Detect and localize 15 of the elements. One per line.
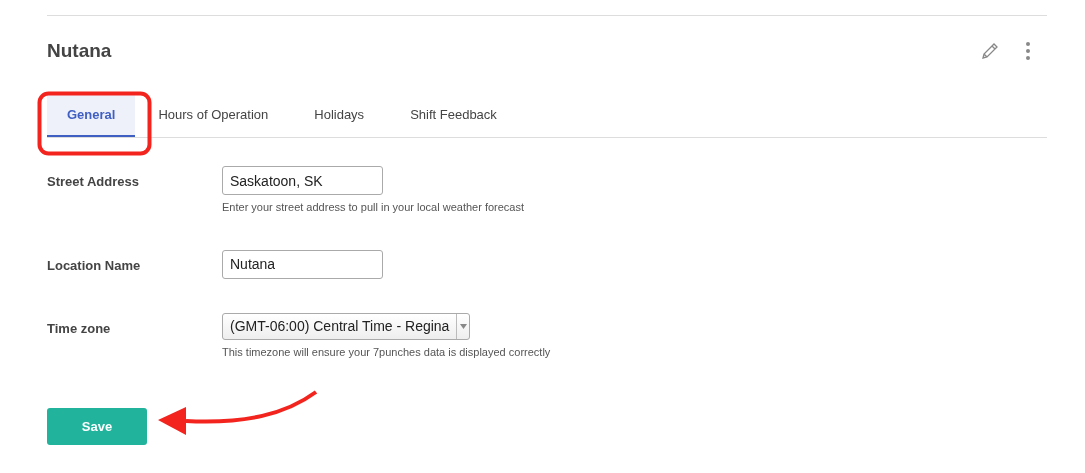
text-field[interactable]: Nutana — [222, 249, 383, 279]
tab[interactable]: General — [47, 94, 136, 137]
field-label: Street Address — [47, 173, 140, 191]
text-field[interactable]: Saskatoon, SK — [222, 166, 383, 195]
location-title: Nutana — [47, 38, 112, 63]
field-label: Location Name — [47, 256, 142, 275]
help-text: Enter your street address to pull in your local weather forecast — [222, 200, 525, 215]
help-text: This timezone will ensure your 7punches data is displayed correctly — [222, 344, 551, 360]
more-options-icon[interactable] — [1025, 41, 1031, 61]
dropdown-caret-icon — [459, 323, 467, 329]
field-label: Time zone — [47, 319, 112, 338]
timezone-select[interactable]: (GMT-06:00) Central Time - Regina — [222, 312, 470, 340]
tab[interactable]: Hours of Operation — [135, 94, 292, 137]
tab[interactable]: Shift Feedback — [387, 94, 520, 137]
tab[interactable]: Holidays — [291, 94, 388, 137]
